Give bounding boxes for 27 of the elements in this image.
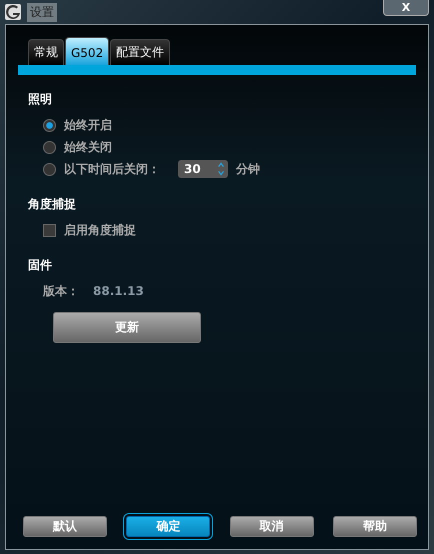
unit-label: 分钟 — [236, 160, 260, 178]
radio-button[interactable] — [43, 162, 56, 176]
dialog-button[interactable]: 帮助 — [332, 516, 417, 537]
radio-label: 始终关闭 — [64, 138, 112, 156]
section-heading: 角度捕捉 — [28, 196, 76, 213]
spin-arrows-icon[interactable] — [217, 161, 225, 177]
minutes-spinbox[interactable]: 30 — [178, 160, 228, 178]
dialog-button[interactable]: 取消 — [230, 516, 314, 537]
version-number: 88.1.13 — [93, 284, 144, 298]
radio-label: 以下时间后关闭： — [64, 160, 160, 178]
window-title: 设置 — [27, 2, 57, 22]
tab[interactable]: 配置文件 — [110, 39, 170, 65]
section-heading: 照明 — [28, 91, 52, 108]
tab[interactable]: 常规 — [28, 39, 64, 65]
section-heading: 固件 — [28, 257, 52, 274]
dialog-button[interactable]: 默认 — [23, 516, 107, 537]
radio-button[interactable] — [43, 118, 56, 132]
logo-icon — [5, 4, 21, 20]
tab[interactable]: G502 — [65, 37, 110, 65]
update-button[interactable]: 更新 — [53, 312, 201, 343]
radio-button[interactable] — [43, 140, 56, 154]
radio-label: 始终开启 — [64, 116, 112, 134]
close-button[interactable]: X — [383, 0, 429, 16]
dialog-button[interactable]: 确定 — [126, 516, 210, 537]
version-label: 版本： — [43, 282, 79, 300]
checkbox-label: 启用角度捕捉 — [64, 222, 136, 238]
checkbox[interactable] — [43, 224, 56, 236]
